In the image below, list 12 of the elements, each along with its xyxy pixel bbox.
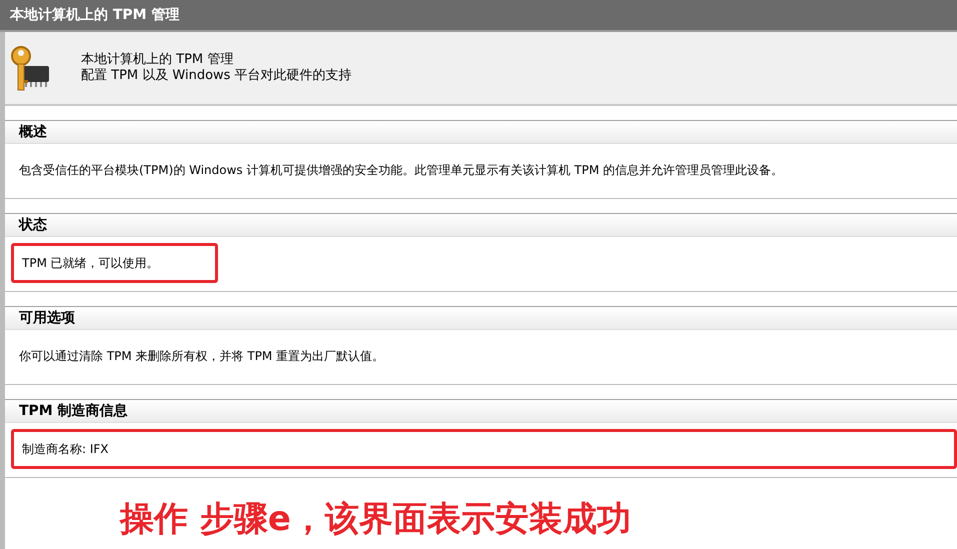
header-title: 本地计算机上的 TPM 管理: [81, 52, 234, 68]
section-text: TPM 已就绪，可以使用。: [22, 254, 159, 272]
section-title: 概述: [19, 123, 47, 141]
section-title: 可用选项: [19, 309, 75, 327]
section-title: TPM 制造商信息: [19, 402, 128, 420]
section-text: 制造商名称: IFX: [22, 440, 109, 458]
section-title: 状态: [19, 216, 47, 234]
header-subtitle: 配置 TPM 以及 Windows 平台对此硬件的支持: [81, 68, 352, 84]
window-title: 本地计算机上的 TPM 管理: [10, 6, 180, 24]
section-text: 你可以通过清除 TPM 来删除所有权，并将 TPM 重置为出厂默认值。: [19, 348, 384, 364]
section-text: 包含受信任的平台模块(TPM)的 Windows 计算机可提供增强的安全功能。此管理单元显示有关该计算机 TPM 的信息并允许管理员管理此设备。: [19, 162, 784, 178]
annotation-caption: 操作 步骤e，该界面表示安装成功: [120, 499, 631, 539]
